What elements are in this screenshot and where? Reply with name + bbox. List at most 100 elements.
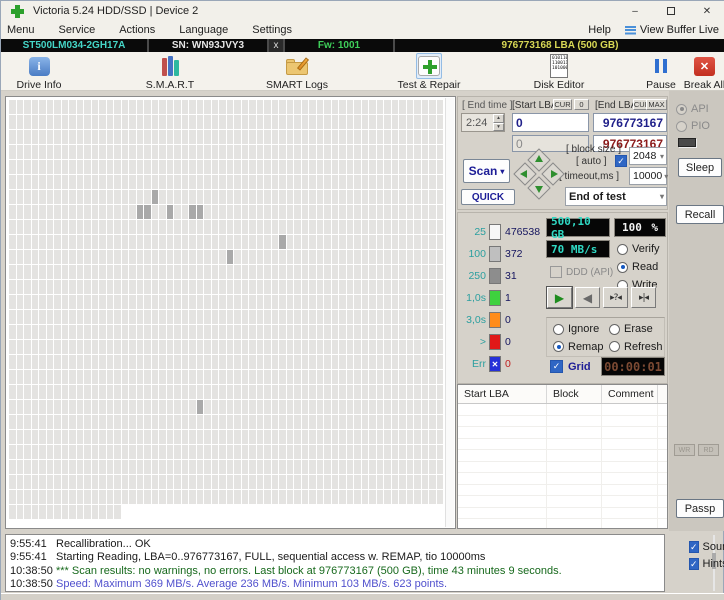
grid-cell (301, 310, 308, 324)
start-zero-button[interactable]: 0 (574, 99, 589, 110)
grid-cell (91, 340, 98, 354)
spin-up-icon[interactable]: ▴ (493, 114, 504, 123)
grid-cell (279, 370, 286, 384)
step-button[interactable]: ▸|◂ (631, 287, 656, 308)
test-repair-button[interactable]: Test & Repair (387, 53, 471, 91)
grid-cell (181, 190, 188, 204)
grid-cell (151, 145, 158, 159)
grid-cell (16, 505, 23, 519)
grid-cell (196, 145, 203, 159)
grid-cell (219, 175, 226, 189)
auto-checkbox[interactable]: ✓ (615, 155, 627, 167)
radio-pio[interactable]: PIO (676, 118, 710, 134)
grid-cell (256, 385, 263, 399)
grid-cell (174, 340, 181, 354)
radio-ignore[interactable]: Ignore (553, 321, 609, 337)
jump-button[interactable]: ▸?◂ (603, 287, 628, 308)
wr-mini-button[interactable]: WR (674, 444, 695, 456)
end-lba-input[interactable]: 976773167 (593, 113, 667, 132)
defect-column-header[interactable]: Block (547, 385, 602, 403)
grid-cell (219, 310, 226, 324)
grid-cell (129, 100, 136, 114)
smart-logs-button[interactable]: SMART Logs (257, 53, 337, 91)
grid-checkbox[interactable]: ✓ (550, 360, 563, 373)
grid-cell (399, 280, 406, 294)
grid-cell (421, 205, 428, 219)
rd-mini-button[interactable]: RD (698, 444, 719, 456)
scan-button[interactable]: Scan ▾ (463, 159, 510, 183)
grid-cell (406, 490, 413, 504)
grid-cell (346, 160, 353, 174)
menu-item-language[interactable]: Language (179, 24, 228, 36)
sound-checkbox[interactable]: ✓ (689, 541, 699, 553)
minimize-button[interactable]: – (617, 1, 653, 21)
grid-cell (241, 100, 248, 114)
quick-button[interactable]: QUICK (461, 189, 515, 205)
grid-cell (421, 295, 428, 309)
timeout-select[interactable]: 10000 ▾ (629, 167, 668, 185)
drive-info-button[interactable]: i Drive Info (7, 53, 71, 91)
end-time-spinner[interactable]: 2:24 ▴ ▾ (461, 113, 505, 132)
spin-down-icon[interactable]: ▾ (493, 122, 504, 131)
defect-row (458, 507, 667, 519)
maximize-button[interactable] (653, 1, 689, 21)
grid-cell (406, 295, 413, 309)
ddd-checkbox[interactable] (550, 266, 562, 278)
radio-read[interactable]: Read (617, 258, 660, 276)
grid-cell (204, 415, 211, 429)
view-buffer-live-button[interactable]: View Buffer Live (624, 24, 719, 36)
grid-cell (91, 475, 98, 489)
start-lba-input[interactable]: 0 (512, 113, 589, 132)
smart-button[interactable]: S.M.A.R.T (135, 53, 205, 91)
grid-cell (219, 400, 226, 414)
break-all-button[interactable]: ✕ Break All (684, 53, 724, 91)
grid-cell (324, 490, 331, 504)
block-size-select[interactable]: 2048 ▾ (629, 147, 667, 165)
hints-checkbox[interactable]: ✓ (689, 558, 699, 570)
menu-item-settings[interactable]: Settings (252, 24, 292, 36)
grid-cell (264, 190, 271, 204)
defect-column-header[interactable]: Start LBA (458, 385, 547, 403)
menu-item-help[interactable]: Help (588, 24, 611, 36)
grid-cell (339, 490, 346, 504)
start-button[interactable]: ▶ (546, 286, 573, 309)
serial-hide-button[interactable]: x (269, 39, 285, 52)
grid-cell (429, 175, 436, 189)
grid-cell (249, 370, 256, 384)
radio-remap[interactable]: Remap (553, 339, 609, 355)
radio-verify[interactable]: Verify (617, 240, 660, 258)
sound-option[interactable]: ✓ Sound (689, 541, 724, 553)
disk-editor-button[interactable]: 010110 110011 101000 Disk Editor (523, 53, 595, 91)
defect-column-header[interactable]: Comment (602, 385, 658, 403)
grid-cell (189, 130, 196, 144)
radio-erase[interactable]: Erase (609, 321, 669, 337)
menu-item-service[interactable]: Service (59, 24, 96, 36)
grid-scrollbar[interactable] (445, 98, 454, 527)
radio-api[interactable]: API (676, 101, 709, 117)
start-cur-button[interactable]: CUR (553, 99, 572, 110)
radio-refresh[interactable]: Refresh (609, 339, 669, 355)
grid-cell (331, 325, 338, 339)
menu-item-actions[interactable]: Actions (119, 24, 155, 36)
grid-cell (324, 340, 331, 354)
sleep-button[interactable]: Sleep (678, 158, 722, 177)
grid-cell (241, 460, 248, 474)
grid-cell (151, 385, 158, 399)
grid-cell (159, 235, 166, 249)
hints-option[interactable]: ✓ Hints (689, 558, 724, 570)
grid-cell (61, 340, 68, 354)
grid-cell (354, 295, 361, 309)
passport-button[interactable]: Passp (676, 499, 724, 518)
grid-cell (414, 400, 421, 414)
close-button[interactable]: ✕ (689, 1, 724, 21)
grid-cell (234, 475, 241, 489)
menu-item-menu[interactable]: Menu (7, 24, 35, 36)
grid-cell (204, 100, 211, 114)
seek-diamond-control[interactable] (512, 147, 566, 201)
end-action-select[interactable]: End of test ▾ (565, 187, 667, 206)
end-max-button[interactable]: MAX (646, 99, 667, 110)
recall-button[interactable]: Recall (676, 205, 724, 224)
grid-cell (84, 205, 91, 219)
back-button[interactable]: ◀ (575, 287, 600, 308)
pause-button[interactable]: Pause (637, 53, 685, 91)
